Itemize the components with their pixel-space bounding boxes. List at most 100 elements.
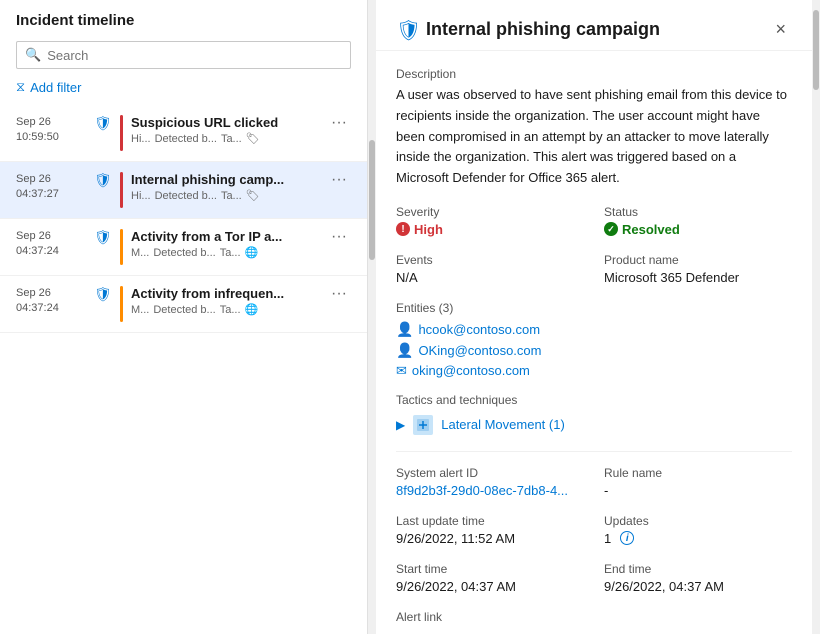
entity-link[interactable]: 👤 OKing@contoso.com — [396, 342, 792, 359]
description-text: A user was observed to have sent phishin… — [396, 85, 792, 189]
tactic-icon — [413, 415, 433, 435]
meta2: Detected b... — [155, 190, 217, 202]
timestamp: Sep 26 04:37:24 — [16, 286, 88, 317]
entity-link[interactable]: ✉ oking@contoso.com — [396, 363, 792, 379]
meta-icon: 🌐 — [245, 303, 259, 316]
item-meta: M... Detected b... Ta... 🌐 — [131, 303, 327, 316]
system-alert-id-value[interactable]: 8f9d2b3f-29d0-08ec-7db8-4... — [396, 483, 584, 498]
severity-bar — [120, 229, 123, 265]
search-input[interactable] — [47, 48, 342, 63]
divider — [396, 451, 792, 452]
resolved-check-icon: ✓ — [604, 222, 618, 236]
timestamp: Sep 26 04:37:27 — [16, 172, 88, 203]
alert-link-label: Alert link — [396, 610, 792, 624]
detail-shield-icon: 🛡 — [396, 18, 418, 40]
item-title: Internal phishing camp... — [131, 172, 301, 187]
system-alert-id-field: System alert ID 8f9d2b3f-29d0-08ec-7db8-… — [396, 466, 584, 498]
more-options-button[interactable]: ··· — [327, 286, 351, 302]
last-update-value: 9/26/2022, 11:52 AM — [396, 531, 584, 546]
entities-title: Entities (3) — [396, 301, 792, 315]
severity-dot: ! — [396, 222, 410, 236]
rule-name-label: Rule name — [604, 466, 792, 480]
item-title: Activity from a Tor IP a... — [131, 229, 301, 244]
item-icon: 🛡 — [94, 229, 110, 245]
severity-bar — [120, 115, 123, 151]
updates-label: Updates — [604, 514, 792, 528]
mail-icon: ✉ — [396, 363, 407, 379]
item-content: Suspicious URL clicked Hi... Detected b.… — [131, 115, 327, 145]
severity-label: Severity — [396, 205, 584, 219]
tactic-label: Lateral Movement (1) — [441, 417, 565, 432]
product-name-label: Product name — [604, 253, 792, 267]
timeline-item[interactable]: Sep 26 04:37:24 🛡 Activity from a Tor IP… — [0, 219, 367, 276]
filter-icon: ⧖ — [16, 79, 25, 95]
item-content: Activity from a Tor IP a... M... Detecte… — [131, 229, 327, 259]
item-content: Internal phishing camp... Hi... Detected… — [131, 172, 327, 202]
meta1: Hi... — [131, 190, 151, 202]
meta-icon: 🏷 — [246, 189, 260, 202]
rule-name-value: - — [604, 483, 792, 498]
timeline-item[interactable]: Sep 26 04:37:27 🛡 Internal phishing camp… — [0, 162, 367, 219]
severity-status-row: Severity ! High Status ✓ Resolved — [396, 205, 792, 237]
system-alert-id-label: System alert ID — [396, 466, 584, 480]
events-label: Events — [396, 253, 584, 267]
severity-field: Severity ! High — [396, 205, 584, 237]
meta-icon: 🏷 — [246, 132, 260, 145]
chevron-right-icon: ▶ — [396, 418, 405, 432]
meta1: M... — [131, 247, 149, 259]
item-meta: Hi... Detected b... Ta... 🏷 — [131, 132, 327, 145]
start-time-value: 9/26/2022, 04:37 AM — [396, 579, 584, 594]
severity-bar — [120, 286, 123, 322]
updates-value: 1 i — [604, 531, 792, 546]
left-scrollbar-thumb — [369, 140, 375, 260]
shield-icon: 🛡 — [94, 172, 110, 188]
start-time-label: Start time — [396, 562, 584, 576]
more-options-button[interactable]: ··· — [327, 115, 351, 131]
severity-bar — [120, 172, 123, 208]
add-filter-label: Add filter — [30, 80, 81, 95]
product-name-value: Microsoft 365 Defender — [604, 270, 792, 285]
update-row: Last update time 9/26/2022, 11:52 AM Upd… — [396, 514, 792, 546]
search-icon: 🔍 — [25, 47, 41, 63]
updates-field: Updates 1 i — [604, 514, 792, 546]
meta2: Detected b... — [153, 304, 215, 316]
right-scrollbar[interactable] — [812, 0, 820, 634]
info-icon[interactable]: i — [620, 531, 634, 545]
more-options-button[interactable]: ··· — [327, 172, 351, 188]
item-icon: 🛡 — [94, 286, 110, 302]
status-value: ✓ Resolved — [604, 222, 792, 237]
meta1: Hi... — [131, 133, 151, 145]
right-scrollbar-thumb — [813, 10, 819, 90]
search-box: 🔍 — [16, 41, 351, 69]
shield-icon: 🛡 — [94, 286, 110, 302]
meta3: Ta... — [220, 304, 241, 316]
rule-name-field: Rule name - — [604, 466, 792, 498]
detail-body: Description A user was observed to have … — [376, 51, 812, 634]
add-filter-button[interactable]: ⧖ Add filter — [16, 79, 351, 95]
timeline-item[interactable]: Sep 26 04:37:24 🛡 Activity from infreque… — [0, 276, 367, 333]
more-options-button[interactable]: ··· — [327, 229, 351, 245]
left-scrollbar[interactable] — [368, 0, 376, 634]
detail-header: 🛡 Internal phishing campaign × — [376, 0, 812, 51]
severity-value: ! High — [396, 222, 584, 237]
timeline-item[interactable]: Sep 26 10:59:50 🛡 Suspicious URL clicked… — [0, 105, 367, 162]
events-value: N/A — [396, 270, 584, 285]
time-row: Start time 9/26/2022, 04:37 AM End time … — [396, 562, 792, 594]
item-title: Activity from infrequen... — [131, 286, 301, 301]
timeline-list: Sep 26 10:59:50 🛡 Suspicious URL clicked… — [0, 105, 367, 634]
detail-title: Internal phishing campaign — [426, 19, 761, 40]
timestamp: Sep 26 10:59:50 — [16, 115, 88, 146]
item-title: Suspicious URL clicked — [131, 115, 301, 130]
entity-link[interactable]: 👤 hcook@contoso.com — [396, 321, 792, 338]
meta2: Detected b... — [155, 133, 217, 145]
events-field: Events N/A — [396, 253, 584, 285]
tactic-item[interactable]: ▶ Lateral Movement (1) — [396, 415, 792, 435]
end-time-value: 9/26/2022, 04:37 AM — [604, 579, 792, 594]
end-time-label: End time — [604, 562, 792, 576]
last-update-field: Last update time 9/26/2022, 11:52 AM — [396, 514, 584, 546]
close-button[interactable]: × — [769, 18, 792, 40]
item-meta: M... Detected b... Ta... 🌐 — [131, 246, 327, 259]
events-product-row: Events N/A Product name Microsoft 365 De… — [396, 253, 792, 285]
alert-id-rule-row: System alert ID 8f9d2b3f-29d0-08ec-7db8-… — [396, 466, 792, 498]
tactics-title: Tactics and techniques — [396, 393, 792, 407]
